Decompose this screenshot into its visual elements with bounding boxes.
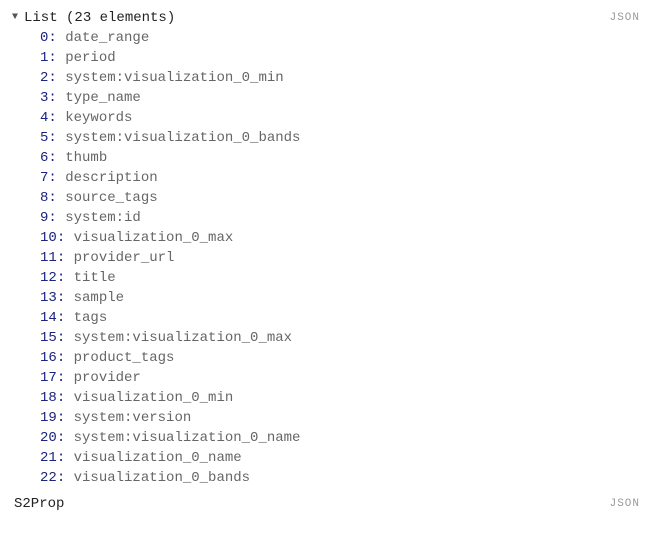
- item-index: 10: [40, 230, 57, 246]
- item-value: provider: [74, 370, 141, 386]
- item-index: 11: [40, 250, 57, 266]
- item-value: visualization_0_bands: [74, 470, 250, 486]
- list-item[interactable]: 14: tags: [12, 308, 640, 328]
- item-separator: :: [57, 330, 74, 346]
- item-value: system:visualization_0_name: [74, 430, 301, 446]
- item-index: 22: [40, 470, 57, 486]
- item-separator: :: [57, 310, 74, 326]
- list-item[interactable]: 22: visualization_0_bands: [12, 468, 640, 488]
- json-button[interactable]: JSON: [610, 8, 640, 28]
- list-item[interactable]: 2: system:visualization_0_min: [12, 68, 640, 88]
- item-index: 20: [40, 430, 57, 446]
- item-value: date_range: [65, 30, 149, 46]
- item-value: title: [74, 270, 116, 286]
- item-separator: :: [57, 350, 74, 366]
- item-index: 19: [40, 410, 57, 426]
- json-button-footer[interactable]: JSON: [610, 494, 640, 514]
- item-value: visualization_0_max: [74, 230, 234, 246]
- item-separator: :: [57, 290, 74, 306]
- item-value: tags: [74, 310, 108, 326]
- item-value: type_name: [65, 90, 141, 106]
- item-separator: :: [48, 170, 65, 186]
- list-items-container: 0: date_range1: period2: system:visualiz…: [12, 28, 640, 488]
- list-item[interactable]: 4: keywords: [12, 108, 640, 128]
- item-separator: :: [57, 470, 74, 486]
- list-item[interactable]: 16: product_tags: [12, 348, 640, 368]
- list-item[interactable]: 9: system:id: [12, 208, 640, 228]
- item-index: 15: [40, 330, 57, 346]
- list-item[interactable]: 6: thumb: [12, 148, 640, 168]
- list-header-left: ▼ List (23 elements): [12, 8, 175, 28]
- list-item[interactable]: 19: system:version: [12, 408, 640, 428]
- item-value: system:visualization_0_bands: [65, 130, 300, 146]
- list-item[interactable]: 3: type_name: [12, 88, 640, 108]
- item-separator: :: [48, 70, 65, 86]
- list-count-label: (23 elements): [66, 8, 175, 28]
- item-value: period: [65, 50, 115, 66]
- item-index: 16: [40, 350, 57, 366]
- item-value: description: [65, 170, 157, 186]
- item-value: visualization_0_min: [74, 390, 234, 406]
- list-item[interactable]: 1: period: [12, 48, 640, 68]
- item-separator: :: [57, 250, 74, 266]
- item-separator: :: [57, 230, 74, 246]
- list-item[interactable]: 13: sample: [12, 288, 640, 308]
- item-value: source_tags: [65, 190, 157, 206]
- item-index: 21: [40, 450, 57, 466]
- list-type-label: List: [24, 8, 58, 28]
- item-index: 12: [40, 270, 57, 286]
- item-index: 13: [40, 290, 57, 306]
- item-value: provider_url: [74, 250, 175, 266]
- list-item[interactable]: 8: source_tags: [12, 188, 640, 208]
- item-separator: :: [48, 150, 65, 166]
- item-value: system:visualization_0_min: [65, 70, 283, 86]
- item-index: 18: [40, 390, 57, 406]
- list-item[interactable]: 20: system:visualization_0_name: [12, 428, 640, 448]
- item-separator: :: [57, 370, 74, 386]
- item-separator: :: [48, 90, 65, 106]
- item-value: visualization_0_name: [74, 450, 242, 466]
- footer-row[interactable]: S2Prop JSON: [12, 494, 640, 514]
- list-item[interactable]: 11: provider_url: [12, 248, 640, 268]
- list-item[interactable]: 5: system:visualization_0_bands: [12, 128, 640, 148]
- item-separator: :: [48, 30, 65, 46]
- item-value: system:visualization_0_max: [74, 330, 292, 346]
- list-item[interactable]: 21: visualization_0_name: [12, 448, 640, 468]
- item-index: 17: [40, 370, 57, 386]
- item-separator: :: [48, 210, 65, 226]
- list-item[interactable]: 18: visualization_0_min: [12, 388, 640, 408]
- item-separator: :: [57, 430, 74, 446]
- list-item[interactable]: 15: system:visualization_0_max: [12, 328, 640, 348]
- item-separator: :: [57, 410, 74, 426]
- item-value: thumb: [65, 150, 107, 166]
- list-item[interactable]: 12: title: [12, 268, 640, 288]
- list-item[interactable]: 0: date_range: [12, 28, 640, 48]
- list-header[interactable]: ▼ List (23 elements) JSON: [12, 8, 640, 28]
- item-value: system:id: [65, 210, 141, 226]
- item-separator: :: [48, 110, 65, 126]
- list-item[interactable]: 10: visualization_0_max: [12, 228, 640, 248]
- item-separator: :: [48, 130, 65, 146]
- collapse-toggle-icon[interactable]: ▼: [12, 8, 22, 28]
- item-value: sample: [74, 290, 124, 306]
- list-item[interactable]: 7: description: [12, 168, 640, 188]
- item-separator: :: [48, 190, 65, 206]
- item-index: 14: [40, 310, 57, 326]
- footer-label: S2Prop: [12, 494, 64, 514]
- item-separator: :: [57, 450, 74, 466]
- item-separator: :: [57, 270, 74, 286]
- item-separator: :: [48, 50, 65, 66]
- item-value: keywords: [65, 110, 132, 126]
- list-item[interactable]: 17: provider: [12, 368, 640, 388]
- item-separator: :: [57, 390, 74, 406]
- item-value: product_tags: [74, 350, 175, 366]
- item-value: system:version: [74, 410, 192, 426]
